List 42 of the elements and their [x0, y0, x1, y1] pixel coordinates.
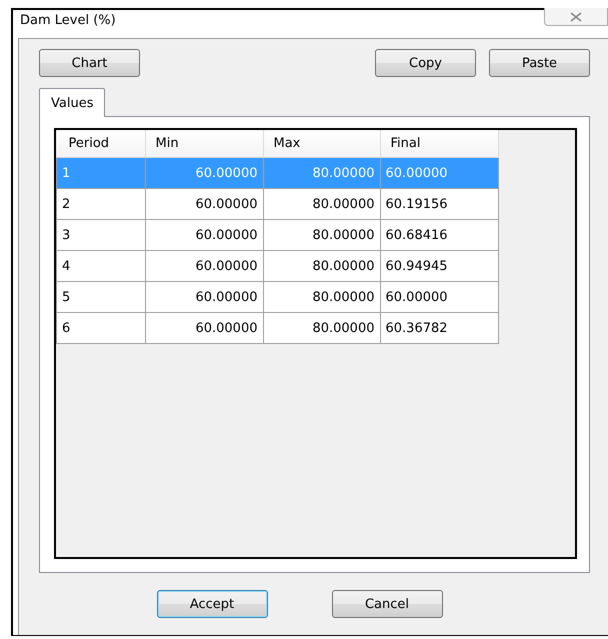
- table-row[interactable]: 4 60.00000 80.00000 60.94945: [56, 250, 498, 282]
- window-title: Dam Level (%): [20, 13, 116, 28]
- table-cell: 80.00000: [263, 282, 380, 312]
- tab[interactable]: Values: [39, 88, 106, 117]
- table-cell: 60.00000: [380, 158, 498, 188]
- table-cell: 60.00000: [145, 158, 263, 188]
- table-cell: 80.00000: [263, 312, 380, 344]
- table-cell: 1: [56, 158, 145, 188]
- table-cell: 60.68416: [380, 220, 498, 250]
- table-cell: 60.00000: [145, 188, 263, 220]
- table-cell: 60.00000: [145, 312, 263, 344]
- table-cell: 80.00000: [263, 220, 380, 250]
- toolbar-button[interactable]: Copy: [375, 49, 476, 77]
- table-cell: 6: [56, 312, 145, 344]
- table-cell: 4: [56, 250, 145, 282]
- table-cell: 60.00000: [145, 220, 263, 250]
- table-cell: 80.00000: [263, 250, 380, 282]
- column-header[interactable]: Min: [145, 130, 263, 158]
- table-cell: 5: [56, 282, 145, 312]
- table-cell: 60.00000: [145, 250, 263, 282]
- table-cell: 2: [56, 188, 145, 220]
- dialog-button[interactable]: Accept: [156, 590, 268, 618]
- toolbar-button[interactable]: Paste: [489, 49, 590, 77]
- table-cell: 60.00000: [380, 282, 498, 312]
- table-row[interactable]: 6 60.00000 80.00000 60.36782: [56, 312, 498, 344]
- table-cell: 60.94945: [380, 250, 498, 282]
- table-cell: 60.00000: [145, 282, 263, 312]
- column-header[interactable]: Max: [263, 130, 380, 158]
- table-cell: 3: [56, 220, 145, 250]
- table-cell: 60.36782: [380, 312, 498, 344]
- close-button[interactable]: [544, 8, 608, 26]
- table-row[interactable]: 5 60.00000 80.00000 60.00000: [56, 282, 498, 312]
- dialog-button[interactable]: Cancel: [332, 590, 442, 618]
- column-header[interactable]: Final: [380, 130, 498, 158]
- table-cell: 80.00000: [263, 158, 380, 188]
- toolbar-button[interactable]: Chart: [39, 49, 140, 77]
- column-header[interactable]: Period: [56, 130, 145, 158]
- close-icon: [569, 12, 583, 22]
- table-cell: 60.19156: [380, 188, 498, 220]
- table-row[interactable]: 2 60.00000 80.00000 60.19156: [56, 188, 498, 220]
- table-row[interactable]: 3 60.00000 80.00000 60.68416: [56, 220, 498, 250]
- table-cell: 80.00000: [263, 188, 380, 220]
